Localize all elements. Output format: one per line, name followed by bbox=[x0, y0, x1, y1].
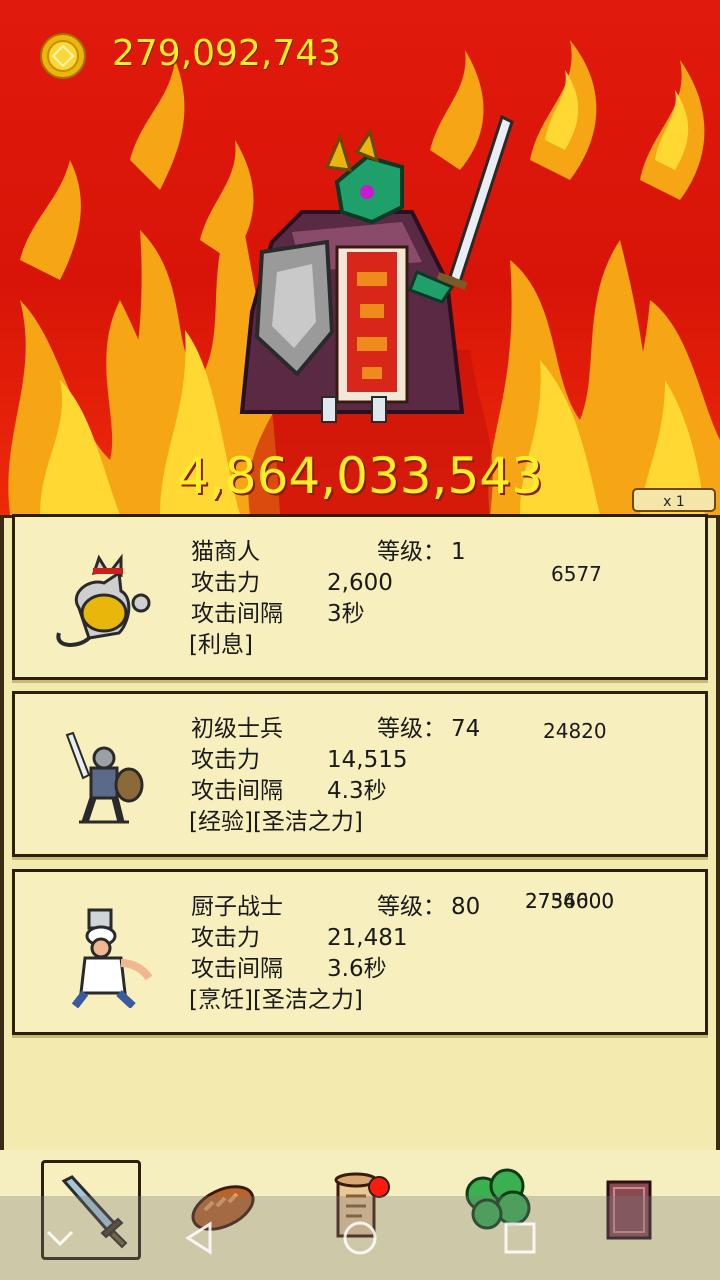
upgrade-cost[interactable]: 24820 bbox=[543, 716, 607, 746]
attack-label: 攻击力 bbox=[191, 570, 260, 596]
unit-name: 初级士兵 bbox=[191, 716, 283, 742]
attack-label: 攻击力 bbox=[191, 925, 260, 951]
level-value: 1 bbox=[451, 539, 466, 565]
cat-merchant-icon bbox=[56, 553, 151, 647]
attack-value: 2,600 bbox=[327, 570, 393, 596]
gold-coin-icon bbox=[40, 33, 86, 79]
unit-tags: [烹饪][圣洁之力] bbox=[189, 987, 363, 1013]
notification-badge bbox=[368, 1176, 390, 1198]
speed-multiplier-button[interactable]: x 1 bbox=[632, 488, 716, 512]
unit-card-soldier[interactable]: 初级士兵 等级： 74 攻击力 14,515 攻击间隔 4.3秒 [经验][圣洁… bbox=[12, 691, 708, 857]
interval-label: 攻击间隔 bbox=[191, 601, 283, 627]
upgrade-cost-overlay: 2756000 bbox=[525, 889, 615, 913]
attack-label: 攻击力 bbox=[191, 747, 260, 773]
interval-value: 4.3秒 bbox=[327, 778, 387, 804]
level-label: 等级： bbox=[377, 539, 446, 565]
unit-card-chef-warrior[interactable]: 厨子战士 等级： 80 攻击力 21,481 攻击间隔 3.6秒 [烹饪][圣洁… bbox=[12, 869, 708, 1035]
level-value: 74 bbox=[451, 716, 481, 742]
interval-value: 3秒 bbox=[327, 601, 365, 627]
interval-value: 3.6秒 bbox=[327, 956, 387, 982]
level-value: 80 bbox=[451, 894, 481, 920]
level-label: 等级： bbox=[377, 716, 446, 742]
attack-value: 21,481 bbox=[327, 925, 408, 951]
unit-name: 猫商人 bbox=[191, 539, 260, 565]
chevron-down-icon[interactable] bbox=[40, 1218, 80, 1258]
unit-tags: [利息] bbox=[189, 632, 253, 658]
boss-hp-counter: 4,864,033,543 bbox=[177, 447, 543, 505]
unit-tags: [经验][圣洁之力] bbox=[189, 809, 363, 835]
upgrade-cost[interactable]: 6577 bbox=[551, 559, 602, 589]
soldier-icon bbox=[65, 731, 144, 824]
gold-counter: 279,092,743 bbox=[112, 33, 342, 74]
interval-label: 攻击间隔 bbox=[191, 778, 283, 804]
back-icon[interactable] bbox=[180, 1218, 220, 1258]
dragon-knight-boss[interactable] bbox=[232, 112, 522, 432]
battle-scene[interactable]: 279,092,743 4,864,033,543 x 1 bbox=[0, 0, 720, 515]
attack-value: 14,515 bbox=[327, 747, 408, 773]
home-icon[interactable] bbox=[340, 1218, 380, 1258]
interval-label: 攻击间隔 bbox=[191, 956, 283, 982]
unit-card-cat-merchant[interactable]: 猫商人 等级： 1 攻击力 2,600 攻击间隔 3秒 [利息] 6577 bbox=[12, 514, 708, 680]
chef-warrior-icon bbox=[71, 908, 153, 1008]
recent-apps-icon[interactable] bbox=[500, 1218, 540, 1258]
unit-name: 厨子战士 bbox=[191, 894, 283, 920]
level-label: 等级： bbox=[377, 894, 446, 920]
